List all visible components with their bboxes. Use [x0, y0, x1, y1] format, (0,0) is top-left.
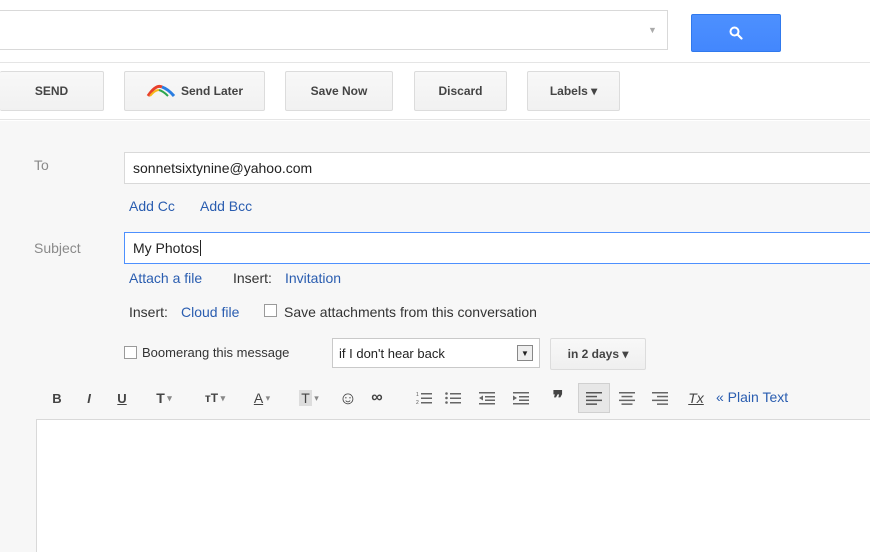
discard-button[interactable]: Discard	[414, 71, 507, 111]
header-divider	[0, 62, 870, 63]
svg-text:2: 2	[416, 400, 419, 405]
add-cc-link[interactable]: Add Cc	[129, 198, 175, 214]
indent-more-icon	[513, 392, 529, 405]
svg-text:1: 1	[416, 392, 419, 398]
boomerang-icon	[146, 84, 176, 97]
cloud-file-link[interactable]: Cloud file	[181, 304, 239, 320]
chevron-down-icon: ▾	[311, 392, 319, 403]
boomerang-days-button[interactable]: in 2 days ▾	[550, 338, 646, 370]
plain-text-link[interactable]: « Plain Text	[716, 389, 788, 405]
chevron-down-icon: ▾	[218, 392, 226, 403]
underline-button[interactable]: U	[113, 386, 131, 410]
subject-label: Subject	[34, 240, 81, 256]
attach-file-link[interactable]: Attach a file	[129, 270, 202, 286]
bold-button[interactable]: B	[48, 386, 66, 410]
to-field[interactable]: sonnetsixtynine@yahoo.com	[124, 152, 870, 184]
search-button[interactable]	[691, 14, 781, 52]
align-left-icon	[586, 392, 602, 405]
boomerang-label: Boomerang this message	[142, 345, 290, 360]
chevron-down-icon: ▾	[164, 392, 172, 403]
chevron-down-icon: ▾	[263, 392, 271, 403]
add-bcc-link[interactable]: Add Bcc	[200, 198, 252, 214]
numbered-list-button[interactable]: 1 2	[415, 386, 433, 410]
align-left-button[interactable]	[585, 386, 603, 410]
insert-label: Insert:	[129, 304, 168, 320]
text-cursor	[200, 240, 202, 256]
link-button[interactable]: ∞	[366, 386, 388, 410]
search-icon	[729, 26, 743, 40]
search-input[interactable]	[0, 10, 668, 50]
align-right-icon	[652, 392, 668, 405]
labels-button[interactable]: Labels ▾	[527, 71, 620, 111]
indent-less-button[interactable]	[478, 386, 496, 410]
send-later-button[interactable]: Send Later	[124, 71, 265, 111]
save-attachments-checkbox[interactable]	[264, 304, 277, 317]
send-button[interactable]: SEND	[0, 71, 104, 111]
boomerang-condition-select[interactable]: if I don't hear back ▼	[332, 338, 540, 368]
quote-button[interactable]: ❞	[549, 386, 567, 410]
invitation-link[interactable]: Invitation	[285, 270, 341, 286]
chevron-down-icon: ▼	[517, 345, 533, 361]
bulleted-list-button[interactable]	[444, 386, 462, 410]
indent-less-icon	[479, 392, 495, 405]
send-later-label: Send Later	[180, 84, 243, 98]
boomerang-checkbox[interactable]	[124, 346, 137, 359]
bulleted-list-icon	[445, 392, 461, 404]
text-color-button[interactable]: A ▾	[244, 386, 280, 410]
font-size-button[interactable]: тT ▾	[195, 386, 235, 410]
to-label: To	[34, 157, 49, 173]
toolbar-divider	[0, 119, 870, 120]
align-right-button[interactable]	[651, 386, 669, 410]
emoji-button[interactable]: ☺	[338, 386, 358, 410]
highlight-glyph: T	[299, 390, 312, 406]
italic-button[interactable]: I	[80, 386, 98, 410]
save-now-button[interactable]: Save Now	[285, 71, 393, 111]
message-body-editor[interactable]	[36, 419, 870, 552]
boomerang-condition-value: if I don't hear back	[339, 345, 445, 361]
subject-field[interactable]: My Photos	[124, 232, 870, 264]
align-center-button[interactable]	[618, 386, 636, 410]
save-attachments-label: Save attachments from this conversation	[284, 304, 537, 320]
highlight-button[interactable]: T ▾	[290, 386, 328, 410]
remove-formatting-button[interactable]: Tx	[684, 386, 708, 410]
insert-label: Insert:	[233, 270, 272, 286]
indent-more-button[interactable]	[512, 386, 530, 410]
font-glyph: T	[156, 390, 165, 406]
subject-value: My Photos	[133, 240, 200, 256]
numbered-list-icon: 1 2	[416, 392, 432, 405]
font-button[interactable]: T ▾	[147, 386, 181, 410]
search-options-arrow[interactable]: ▼	[648, 25, 657, 35]
align-center-icon	[619, 392, 635, 405]
text-color-glyph: A	[253, 390, 264, 406]
size-glyph: тT	[204, 391, 219, 405]
remove-formatting-icon: Tx	[688, 390, 704, 406]
